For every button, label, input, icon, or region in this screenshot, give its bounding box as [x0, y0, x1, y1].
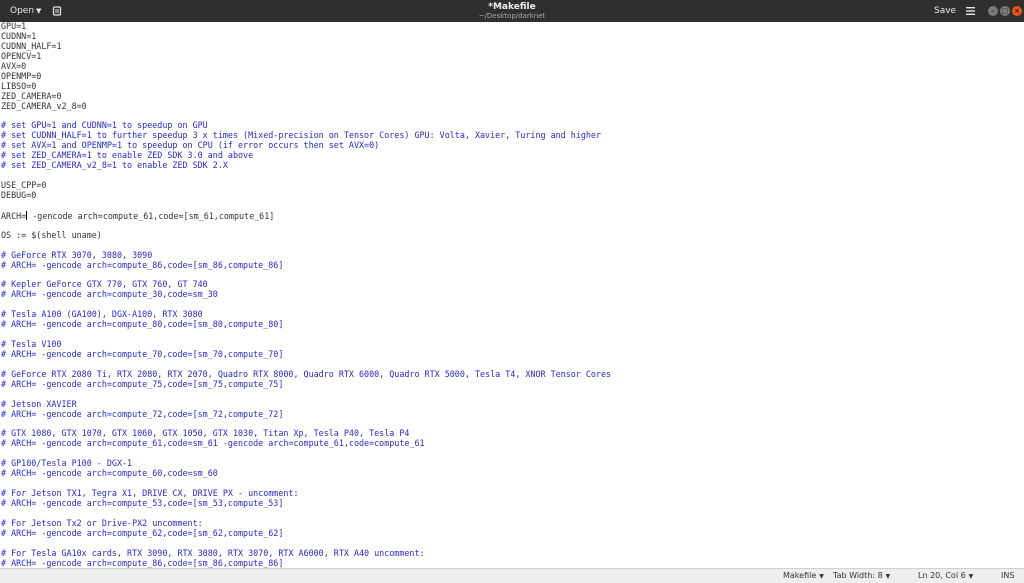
code-line[interactable]: CUDNN_HALF=1	[1, 41, 1024, 52]
header-bar: Open ▼ *Makefile ~/Desktop/darknet Save –…	[0, 0, 1024, 22]
insert-mode-label: INS	[1001, 571, 1015, 580]
document-pin-icon	[52, 6, 62, 16]
code-line[interactable]: LIBSO=0	[1, 81, 1024, 92]
tab-width-label: Tab Width: 8	[833, 571, 883, 580]
insert-mode-indicator: INS	[1001, 571, 1014, 581]
close-button[interactable]: ×	[1012, 6, 1022, 16]
code-line[interactable]	[1, 221, 1024, 231]
comment-line[interactable]: # ARCH= -gencode arch=compute_60,code=sm…	[1, 468, 1024, 479]
hamburger-menu-icon	[965, 7, 975, 15]
code-line[interactable]: OPENCV=1	[1, 51, 1024, 62]
code-line[interactable]	[1, 330, 1024, 340]
comment-line[interactable]: # ARCH= -gencode arch=compute_70,code=[s…	[1, 349, 1024, 360]
comment-line[interactable]: # set ZED_CAMERA_v2_8=1 to enable ZED SD…	[1, 160, 1024, 171]
minimize-button[interactable]: –	[988, 6, 998, 16]
chevron-down-icon: ▼	[885, 573, 891, 580]
document-title: *Makefile	[488, 2, 536, 12]
code-line[interactable]	[1, 390, 1024, 400]
comment-line[interactable]: # ARCH= -gencode arch=compute_80,code=[s…	[1, 319, 1024, 330]
cursor-position-label: Ln 20, Col 6	[918, 571, 966, 580]
comment-line[interactable]: # ARCH= -gencode arch=compute_53,code=[s…	[1, 498, 1024, 509]
save-button[interactable]: Save	[928, 4, 962, 18]
maximize-button[interactable]: □	[1000, 6, 1010, 16]
comment-line[interactable]: # ARCH= -gencode arch=compute_61,code=sm…	[1, 438, 1024, 449]
chevron-down-icon: ▼	[819, 573, 824, 580]
code-line[interactable]: ZED_CAMERA_v2_8=0	[1, 101, 1024, 112]
code-line[interactable]: ARCH= -gencode arch=compute_61,code=[sm_…	[1, 210, 1024, 221]
language-selector[interactable]: Makefile ▼	[783, 571, 824, 582]
open-button-label: Open	[10, 6, 35, 16]
comment-line[interactable]: # GeForce RTX 3070, 3080, 3090	[1, 250, 1024, 261]
document-path: ~/Desktop/darknet	[478, 12, 546, 20]
tab-width-selector[interactable]: Tab Width: 8 ▼	[833, 571, 890, 582]
cursor-position-selector[interactable]: Ln 20, Col 6 ▼	[918, 571, 973, 582]
text-cursor	[26, 210, 28, 220]
hamburger-menu-button[interactable]	[963, 4, 977, 18]
code-line[interactable]: GPU=1	[1, 22, 1024, 32]
language-label: Makefile	[783, 571, 817, 580]
comment-line[interactable]: # ARCH= -gencode arch=compute_75,code=[s…	[1, 379, 1024, 390]
chevron-down-icon: ▼	[968, 573, 974, 580]
open-button[interactable]: Open ▼	[4, 3, 47, 19]
chevron-down-icon: ▼	[36, 7, 42, 15]
code-line[interactable]: CUDNN=1	[1, 31, 1024, 42]
code-line[interactable]	[1, 241, 1024, 251]
window-title: *Makefile ~/Desktop/darknet	[0, 2, 1024, 21]
code-line[interactable]	[1, 201, 1024, 211]
code-line[interactable]: OPENMP=0	[1, 71, 1024, 82]
code-line[interactable]	[1, 449, 1024, 459]
code-line[interactable]: OS := $(shell uname)	[1, 230, 1024, 241]
code-line[interactable]	[1, 171, 1024, 181]
comment-line[interactable]: # ARCH= -gencode arch=compute_62,code=[s…	[1, 528, 1024, 539]
close-icon: ×	[1014, 7, 1020, 15]
code-line[interactable]: AVX=0	[1, 61, 1024, 72]
code-line[interactable]: DEBUG=0	[1, 190, 1024, 201]
comment-line[interactable]: # ARCH= -gencode arch=compute_86,code=[s…	[1, 260, 1024, 271]
code-content[interactable]: GPU=1 CUDNN=1 CUDNN_HALF=1 OPENCV=1 AVX=0 OPE…	[0, 22, 1024, 568]
comment-line[interactable]: # ARCH= -gencode arch=compute_30,code=sm…	[1, 289, 1024, 300]
comment-line[interactable]: # ARCH= -gencode arch=compute_72,code=[s…	[1, 409, 1024, 420]
maximize-icon: □	[1001, 7, 1009, 15]
code-line[interactable]: ZED_CAMERA=0	[1, 91, 1024, 102]
code-line[interactable]: USE_CPP=0	[1, 180, 1024, 191]
text-editor-area[interactable]: GPU=1 CUDNN=1 CUDNN_HALF=1 OPENCV=1 AVX=0 OPE…	[0, 22, 1024, 568]
comment-line[interactable]: # ARCH= -gencode arch=compute_86,code=[s…	[1, 558, 1024, 568]
new-document-button[interactable]	[49, 3, 65, 19]
status-bar: Makefile ▼ Tab Width: 8 ▼ Ln 20, Col 6 ▼ IN…	[0, 568, 1024, 583]
minimize-icon: –	[991, 7, 995, 15]
